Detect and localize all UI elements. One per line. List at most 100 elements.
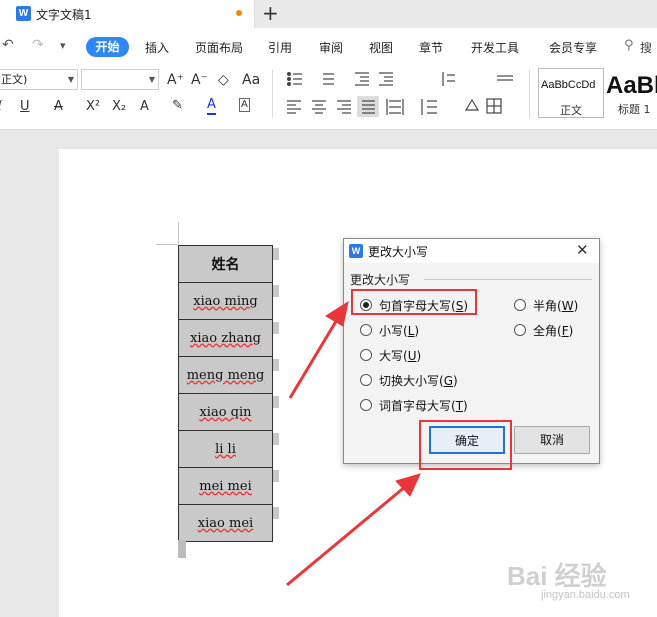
style-normal[interactable]: AaBbCcDd 正文: [538, 68, 604, 118]
table-cell[interactable]: li li: [178, 430, 273, 468]
row-end-mark: [273, 359, 279, 371]
paragraph-tools: [286, 71, 513, 117]
menu-tab-developer[interactable]: 开发工具: [471, 39, 519, 56]
style-combo-value: 正文): [1, 73, 28, 86]
style-normal-sample: AaBbCcDd: [541, 79, 596, 91]
char-border-button[interactable]: A: [239, 98, 250, 112]
row-end-mark: [273, 322, 279, 334]
font-color-button[interactable]: A: [207, 97, 216, 115]
strikethrough-button[interactable]: A: [54, 99, 63, 115]
table-cell[interactable]: meng meng: [178, 356, 273, 394]
underline-button[interactable]: U: [20, 99, 30, 115]
row-end-mark: [273, 470, 279, 482]
change-case-button[interactable]: Aa: [242, 72, 260, 88]
radio-icon[interactable]: [360, 324, 372, 336]
style-normal-name: 正文: [560, 104, 582, 117]
name-table[interactable]: 姓名 xiao ming xiao zhang meng meng xiao q…: [178, 245, 273, 542]
radio-icon[interactable]: [360, 349, 372, 361]
table-cell-text: xiao mei: [197, 515, 254, 531]
margin-corner-mark: [178, 222, 179, 244]
menu-tab-chapter[interactable]: 章节: [419, 39, 443, 56]
row-end-mark: [273, 433, 279, 445]
radio-label: 全角(F): [533, 324, 574, 338]
row-end-mark: [273, 507, 279, 519]
highlight-sentence-case-box: [351, 289, 477, 315]
style-combo[interactable]: 正文) ▼: [0, 69, 78, 90]
menu-tab-page-layout[interactable]: 页面布局: [195, 39, 243, 56]
menu-tab-member[interactable]: 会员专享: [549, 39, 597, 56]
menu-tab-insert[interactable]: 插入: [145, 39, 169, 56]
grow-font-button[interactable]: A⁺: [167, 72, 184, 88]
margin-corner-mark: [156, 244, 178, 245]
search-label[interactable]: 搜: [640, 39, 652, 56]
chevron-down-icon: ▼: [148, 75, 155, 84]
menu-tab-review[interactable]: 审阅: [319, 39, 343, 56]
row-end-mark: [273, 396, 279, 408]
radio-label: 词首字母大写(T): [379, 399, 468, 413]
style-heading-1-name: 标题 1: [618, 103, 651, 116]
row-end-mark: [273, 285, 279, 297]
font-size-combo[interactable]: ▼: [81, 69, 159, 90]
tab-document[interactable]: W 文字文稿1: [0, 0, 255, 28]
shading-icon: [464, 98, 480, 111]
ribbon-separator: [272, 70, 273, 118]
menu-tab-view[interactable]: 视图: [369, 39, 393, 56]
radio-icon[interactable]: [360, 399, 372, 411]
clear-format-icon[interactable]: ◇: [218, 72, 229, 88]
table-cell-text: meng meng: [186, 367, 265, 383]
italic-button[interactable]: I: [0, 99, 2, 115]
style-heading-1[interactable]: AaBl 标题 1: [604, 68, 657, 118]
justify-selected-bg: [357, 96, 379, 117]
radio-icon[interactable]: [360, 374, 372, 386]
radio-label: 切换大小写(G): [379, 374, 458, 388]
undo-icon[interactable]: ↶: [2, 37, 14, 53]
writer-app-icon: W: [349, 244, 363, 258]
group-label: 更改大小写: [350, 273, 411, 287]
row-end-mark: [273, 248, 279, 260]
writer-app-icon: W: [16, 6, 31, 21]
highlight-ok-box: [419, 420, 512, 470]
redo-icon[interactable]: ↷: [32, 37, 44, 53]
table-cell[interactable]: xiao qin: [178, 393, 273, 431]
watermark-logo: Bai 经验: [507, 561, 607, 591]
radio-label: 半角(W): [533, 299, 579, 313]
table-cell[interactable]: xiao zhang: [178, 319, 273, 357]
table-header-cell[interactable]: 姓名: [178, 245, 273, 283]
ribbon-toolbar: 正文) ▼ ▼ A⁺ A⁻ ◇ Aa I U A X² X₂ A ✎ A A: [0, 64, 657, 130]
radio-icon[interactable]: [514, 299, 526, 311]
bullet-list-icon: [286, 71, 291, 76]
chevron-down-icon: ▼: [67, 75, 74, 84]
highlight-icon[interactable]: ✎: [172, 98, 183, 114]
unsaved-dot-icon: [236, 10, 242, 16]
paragraph-end-mark: [178, 540, 186, 558]
table-cell-text: xiao ming: [193, 293, 258, 309]
table-cell-text: mei mei: [199, 478, 252, 494]
superscript-button[interactable]: X²: [86, 99, 100, 115]
radio-label: 小写(L): [379, 324, 420, 338]
group-divider: [424, 279, 592, 280]
text-effect-button[interactable]: A: [140, 99, 149, 115]
search-icon[interactable]: ⚲: [624, 38, 634, 53]
cancel-button[interactable]: 取消: [514, 426, 590, 454]
style-heading-1-sample: AaBl: [606, 72, 657, 99]
dialog-titlebar[interactable]: W 更改大小写 ✕: [344, 239, 599, 263]
menu-tab-home[interactable]: 开始: [86, 37, 129, 57]
table-cell-text: xiao qin: [199, 404, 252, 420]
radio-label: 大写(U): [379, 349, 422, 363]
document-tab-title: 文字文稿1: [36, 8, 92, 22]
quick-access-dropdown-icon[interactable]: ▾: [60, 39, 66, 52]
table-cell[interactable]: mei mei: [178, 467, 273, 505]
table-cell[interactable]: xiao mei: [178, 504, 273, 542]
new-tab-button[interactable]: +: [262, 2, 279, 24]
close-icon[interactable]: ✕: [576, 241, 589, 259]
shrink-font-button[interactable]: A⁻: [191, 72, 208, 88]
table-cell-text: xiao zhang: [190, 330, 261, 346]
table-cell[interactable]: xiao ming: [178, 282, 273, 320]
tab-bar: W 文字文稿1 +: [0, 0, 657, 28]
watermark-url: jingyan.baidu.com: [541, 589, 630, 601]
table-cell-text: li li: [215, 441, 236, 457]
radio-icon[interactable]: [514, 324, 526, 336]
menu-tab-references[interactable]: 引用: [268, 39, 292, 56]
dialog-title: 更改大小写: [368, 245, 429, 259]
subscript-button[interactable]: X₂: [112, 99, 126, 115]
